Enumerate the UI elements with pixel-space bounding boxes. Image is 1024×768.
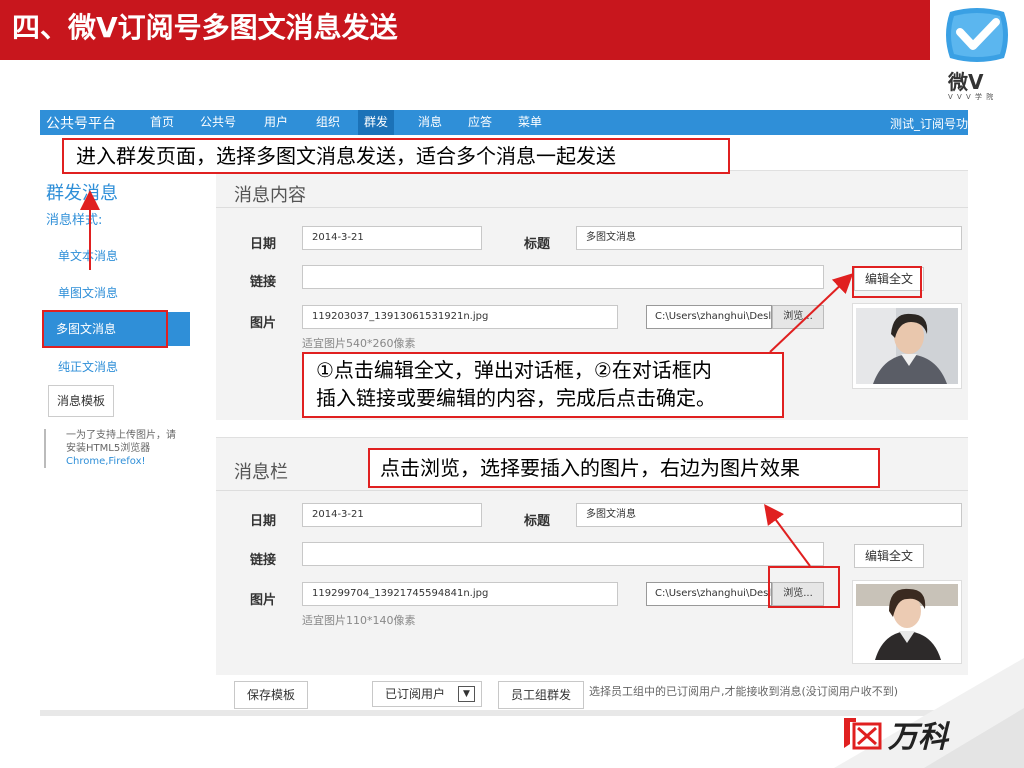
image-preview bbox=[852, 303, 962, 389]
nav-item-messages[interactable]: 消息 bbox=[412, 115, 448, 135]
group-send-button[interactable]: 员工组群发 bbox=[498, 681, 584, 709]
date-field[interactable]: 2014-3-21 bbox=[302, 503, 482, 527]
link-field[interactable] bbox=[302, 542, 824, 566]
panel-title-bar: 消息栏 bbox=[234, 462, 288, 483]
subscriber-select-value: 已订阅用户 bbox=[385, 687, 446, 701]
vanke-logo-icon bbox=[844, 718, 882, 750]
nav-item-menu[interactable]: 菜单 bbox=[512, 115, 548, 135]
nav-item-users[interactable]: 用户 bbox=[258, 115, 294, 135]
slide-header: 四、微V订阅号多图文消息发送 bbox=[0, 0, 930, 60]
subscriber-select[interactable]: 已订阅用户 ▼ bbox=[372, 681, 482, 707]
message-template-button[interactable]: 消息模板 bbox=[48, 385, 114, 417]
title-field[interactable]: 多图文消息 bbox=[576, 226, 962, 250]
nav-item-org[interactable]: 组织 bbox=[310, 115, 346, 135]
date-field[interactable]: 2014-3-21 bbox=[302, 226, 482, 250]
date-label: 日期 bbox=[250, 514, 277, 529]
annotation-enter-broadcast: 进入群发页面，选择多图文消息发送，适合多个消息一起发送 bbox=[62, 138, 730, 174]
browser-note: 一为了支持上传图片，请安装HTML5浏览器 Chrome,Firefox! bbox=[44, 429, 184, 468]
link-label: 链接 bbox=[250, 275, 277, 290]
annotation-edit-line1: ①点击编辑全文，弹出对话框，②在对话框内 bbox=[316, 358, 712, 382]
panel-divider bbox=[216, 490, 968, 491]
slide-title: 四、微V订阅号多图文消息发送 bbox=[12, 11, 398, 44]
chevron-down-icon: ▼ bbox=[458, 686, 475, 702]
highlight-browse-button bbox=[768, 566, 840, 608]
sidebar-item-single-text[interactable]: 单文本消息 bbox=[58, 247, 118, 264]
app-nav-bar: 公共号平台 首页 公共号 用户 组织 群发 消息 应答 菜单 测试_订阅号功 bbox=[40, 110, 968, 135]
annotation-edit-line2: 插入链接或要编辑的内容，完成后点击确定。 bbox=[316, 386, 716, 410]
link-label: 链接 bbox=[250, 553, 277, 568]
nav-item-broadcast[interactable]: 群发 bbox=[358, 110, 395, 135]
title-label: 标题 bbox=[524, 514, 551, 529]
sidebar-item-plain-text[interactable]: 纯正文消息 bbox=[58, 358, 118, 375]
link-field[interactable] bbox=[302, 265, 824, 289]
save-template-button[interactable]: 保存模板 bbox=[234, 681, 308, 709]
file-path-field[interactable]: C:\Users\zhanghui\Desl bbox=[646, 582, 772, 606]
highlight-edit-button bbox=[852, 266, 922, 298]
image-size-hint: 适宜图片540*260像素 bbox=[302, 337, 416, 350]
sidebar-title: 群发消息 bbox=[46, 183, 118, 204]
sidebar-item-single-news[interactable]: 单图文消息 bbox=[58, 284, 118, 301]
checkmark-badge-icon bbox=[946, 8, 1008, 62]
panel-title-content: 消息内容 bbox=[234, 185, 306, 206]
image-size-hint: 适宜图片110*140像素 bbox=[302, 614, 416, 627]
date-label: 日期 bbox=[250, 237, 277, 252]
vanke-brand-text: 万科 bbox=[888, 720, 948, 755]
image-label: 图片 bbox=[250, 593, 277, 608]
image-name-field[interactable]: 119299704_13921745594841n.jpg bbox=[302, 582, 618, 606]
panel-divider bbox=[216, 207, 968, 208]
annotation-browse-image: 点击浏览，选择要插入的图片，右边为图片效果 bbox=[368, 448, 880, 488]
highlight-multi-news bbox=[42, 310, 168, 348]
browser-note-browsers: Chrome,Firefox! bbox=[66, 456, 146, 467]
nav-item-home[interactable]: 首页 bbox=[144, 115, 180, 135]
nav-item-account[interactable]: 公共号 bbox=[194, 115, 242, 135]
weiv-logo: 微V V V V 学 院 bbox=[930, 0, 1024, 120]
browser-note-text: 一为了支持上传图片，请安装HTML5浏览器 bbox=[66, 430, 176, 454]
file-path-field[interactable]: C:\Users\zhanghui\Desl bbox=[646, 305, 772, 329]
portrait-photo-icon bbox=[856, 308, 958, 384]
title-field[interactable]: 多图文消息 bbox=[576, 503, 962, 527]
image-label: 图片 bbox=[250, 316, 277, 331]
title-label: 标题 bbox=[524, 237, 551, 252]
edit-full-text-button[interactable]: 编辑全文 bbox=[854, 544, 924, 568]
platform-brand[interactable]: 公共号平台 bbox=[46, 113, 116, 133]
browse-button[interactable]: 浏览... bbox=[772, 305, 824, 329]
sidebar-subtitle: 消息样式: bbox=[46, 213, 103, 228]
current-account[interactable]: 测试_订阅号功 bbox=[890, 115, 968, 132]
logo-text: 微V bbox=[948, 70, 984, 94]
logo-subtext: V V V 学 院 bbox=[948, 93, 995, 101]
annotation-edit-full-text: ①点击编辑全文，弹出对话框，②在对话框内 插入链接或要编辑的内容，完成后点击确定… bbox=[302, 352, 784, 418]
image-name-field[interactable]: 119203037_13913061531921n.jpg bbox=[302, 305, 618, 329]
nav-item-replies[interactable]: 应答 bbox=[462, 115, 498, 135]
